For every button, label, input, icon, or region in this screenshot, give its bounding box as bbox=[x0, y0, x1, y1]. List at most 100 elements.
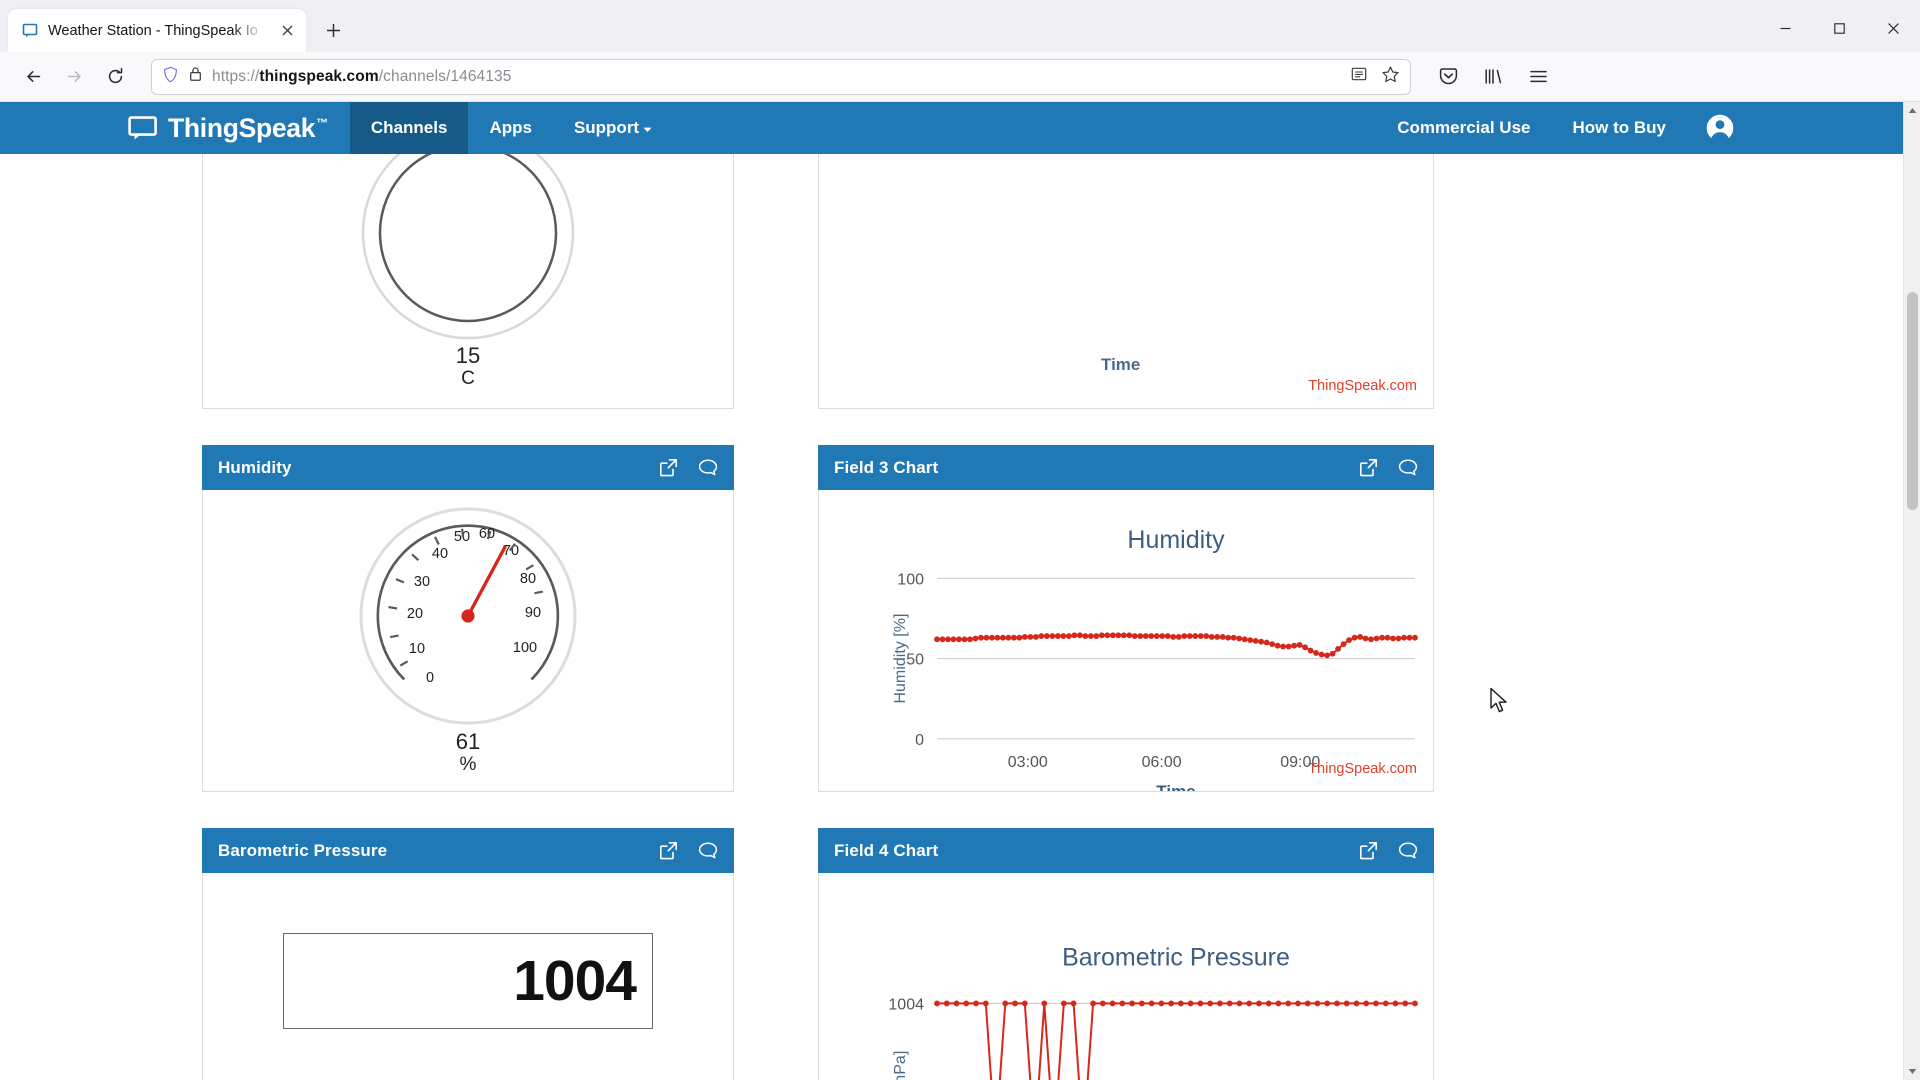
external-link-icon[interactable] bbox=[659, 841, 678, 860]
page-scrollbar[interactable] bbox=[1903, 102, 1920, 1080]
svg-text:Pressure [hPa]: Pressure [hPa] bbox=[891, 1051, 909, 1080]
svg-text:90: 90 bbox=[525, 605, 541, 621]
widget-actions bbox=[1359, 841, 1418, 860]
url-bar[interactable]: https://thingspeak.com/channels/1464135 bbox=[151, 58, 1411, 95]
svg-text:100: 100 bbox=[897, 570, 924, 588]
svg-text:1004: 1004 bbox=[888, 995, 924, 1013]
external-link-icon[interactable] bbox=[1359, 841, 1378, 860]
browser-navigation-bar: https://thingspeak.com/channels/1464135 bbox=[0, 52, 1920, 102]
browser-window: Weather Station - ThingSpeak Io https://… bbox=[0, 0, 1920, 1080]
widget-grid: Temperature 15 C bbox=[0, 102, 1903, 1080]
svg-text:Humidity: Humidity bbox=[1127, 526, 1225, 554]
url-text: https://thingspeak.com/channels/1464135 bbox=[212, 67, 512, 85]
scroll-down-arrow-icon[interactable] bbox=[1904, 1063, 1920, 1080]
humidity-unit: % bbox=[459, 754, 477, 776]
svg-text:0: 0 bbox=[915, 731, 924, 749]
widget-field3-chart: Field 3 Chart Humidity 0 50 100 Humidity… bbox=[818, 445, 1434, 792]
nav-item-commercial-use[interactable]: Commercial Use bbox=[1376, 102, 1551, 154]
chart-area: Humidity 0 50 100 Humidity [%] 03:00 06:00 09:0… bbox=[819, 490, 1433, 791]
channel-dashboard: Temperature 15 C bbox=[0, 102, 1903, 1080]
thingspeak-logo[interactable]: ThingSpeak™ bbox=[0, 102, 350, 154]
comment-bubble-icon[interactable] bbox=[1398, 841, 1418, 860]
logo-text: ThingSpeak bbox=[168, 112, 316, 143]
svg-text:80: 80 bbox=[520, 571, 536, 587]
gauge-dial: 0 10 20 30 40 60 70 80 90 100 bbox=[359, 507, 577, 725]
reader-view-icon[interactable] bbox=[1350, 65, 1368, 88]
widget-header: Field 4 Chart bbox=[818, 828, 1434, 873]
page-viewport: ThingSpeak™ Channels Apps Support Commer… bbox=[0, 102, 1920, 1080]
nav-item-support[interactable]: Support bbox=[553, 102, 673, 154]
widget-header: Barometric Pressure bbox=[202, 828, 734, 873]
thingspeak-credit: ThingSpeak.com bbox=[1308, 761, 1417, 777]
hamburger-menu-icon[interactable] bbox=[1519, 58, 1557, 96]
widget-actions bbox=[1359, 458, 1418, 477]
nav-item-commercial-use-label: Commercial Use bbox=[1397, 118, 1531, 137]
field2-xlabel: Time bbox=[1101, 355, 1140, 374]
svg-text:100: 100 bbox=[513, 640, 537, 656]
nav-item-apps[interactable]: Apps bbox=[468, 102, 553, 154]
minimize-button[interactable] bbox=[1758, 6, 1812, 50]
forward-button[interactable] bbox=[55, 58, 93, 96]
humidity-gauge: 0 10 20 30 40 60 70 80 90 100 61 % bbox=[357, 505, 579, 776]
thingspeak-navbar: ThingSpeak™ Channels Apps Support Commer… bbox=[0, 102, 1903, 154]
scroll-up-arrow-icon[interactable] bbox=[1904, 102, 1920, 119]
shield-icon[interactable] bbox=[162, 66, 179, 88]
external-link-icon[interactable] bbox=[1359, 458, 1378, 477]
comment-bubble-icon[interactable] bbox=[1398, 458, 1418, 477]
gauge-hub bbox=[461, 609, 475, 623]
thingspeak-favicon-icon bbox=[22, 23, 38, 38]
padlock-icon[interactable] bbox=[188, 66, 203, 87]
widget-body: Humidity 0 50 100 Humidity [%] 03:00 06:00 09:0… bbox=[818, 490, 1434, 792]
svg-text:10: 10 bbox=[409, 641, 425, 657]
widget-pressure-display: Barometric Pressure 1004 bbox=[202, 828, 734, 1080]
widget-header: Humidity bbox=[202, 445, 734, 490]
temperature-value: 15 bbox=[455, 342, 481, 368]
svg-text:30: 30 bbox=[414, 574, 430, 590]
svg-text:Time: Time bbox=[1156, 782, 1195, 791]
pressure-value: 1004 bbox=[513, 949, 637, 1013]
browser-toolbar-right bbox=[1429, 58, 1557, 96]
temperature-gauge: 15 C bbox=[360, 125, 576, 390]
star-bookmark-icon[interactable] bbox=[1381, 65, 1400, 89]
tab-close-icon[interactable] bbox=[276, 20, 298, 42]
widget-title: Barometric Pressure bbox=[218, 840, 388, 860]
widget-header: Field 3 Chart bbox=[818, 445, 1434, 490]
widget-title: Field 4 Chart bbox=[834, 840, 939, 860]
nav-item-apps-label: Apps bbox=[489, 118, 532, 137]
window-close-button[interactable] bbox=[1866, 6, 1920, 50]
svg-text:0: 0 bbox=[426, 670, 434, 686]
nav-right-group: Commercial Use How to Buy bbox=[1376, 102, 1903, 154]
widget-body: 1004 bbox=[202, 873, 734, 1080]
back-button[interactable] bbox=[14, 58, 52, 96]
thingspeak-credit: ThingSpeak.com bbox=[1308, 378, 1417, 394]
new-tab-button[interactable] bbox=[315, 12, 351, 48]
nav-item-channels-label: Channels bbox=[370, 118, 448, 137]
nav-item-support-label: Support bbox=[573, 118, 640, 137]
widget-humidity-gauge: Humidity 0 10 20 30 40 60 70 80 90 100 6… bbox=[202, 445, 734, 792]
tab-strip: Weather Station - ThingSpeak Io bbox=[0, 0, 1920, 52]
comment-bubble-icon[interactable] bbox=[698, 458, 718, 477]
nav-item-how-to-buy[interactable]: How to Buy bbox=[1552, 102, 1688, 154]
external-link-icon[interactable] bbox=[659, 458, 678, 477]
nav-item-channels[interactable]: Channels bbox=[349, 102, 469, 154]
thingspeak-page: ThingSpeak™ Channels Apps Support Commer… bbox=[0, 102, 1903, 1080]
scrollbar-thumb[interactable] bbox=[1907, 292, 1918, 510]
gauge-dial bbox=[361, 126, 575, 340]
widget-actions bbox=[659, 458, 718, 477]
chevron-down-icon bbox=[643, 127, 652, 132]
reload-button[interactable] bbox=[96, 58, 134, 96]
svg-text:Barometric Pressure: Barometric Pressure bbox=[1062, 943, 1290, 971]
pocket-save-icon[interactable] bbox=[1429, 58, 1467, 96]
humidity-value: 61 bbox=[455, 728, 481, 754]
widget-body: Barometric Pressure1003.51004Pressure [h… bbox=[818, 873, 1434, 1080]
logo-trademark: ™ bbox=[316, 115, 328, 130]
chart-area: Barometric Pressure1003.51004Pressure [h… bbox=[819, 873, 1433, 1080]
browser-tab[interactable]: Weather Station - ThingSpeak Io bbox=[8, 9, 306, 52]
library-icon[interactable] bbox=[1474, 58, 1512, 96]
widget-actions bbox=[659, 841, 718, 860]
comment-bubble-icon[interactable] bbox=[698, 841, 718, 860]
user-account-icon[interactable] bbox=[1687, 102, 1753, 154]
nav-item-how-to-buy-label: How to Buy bbox=[1572, 118, 1667, 137]
svg-text:20: 20 bbox=[407, 606, 423, 622]
maximize-button[interactable] bbox=[1812, 6, 1866, 50]
